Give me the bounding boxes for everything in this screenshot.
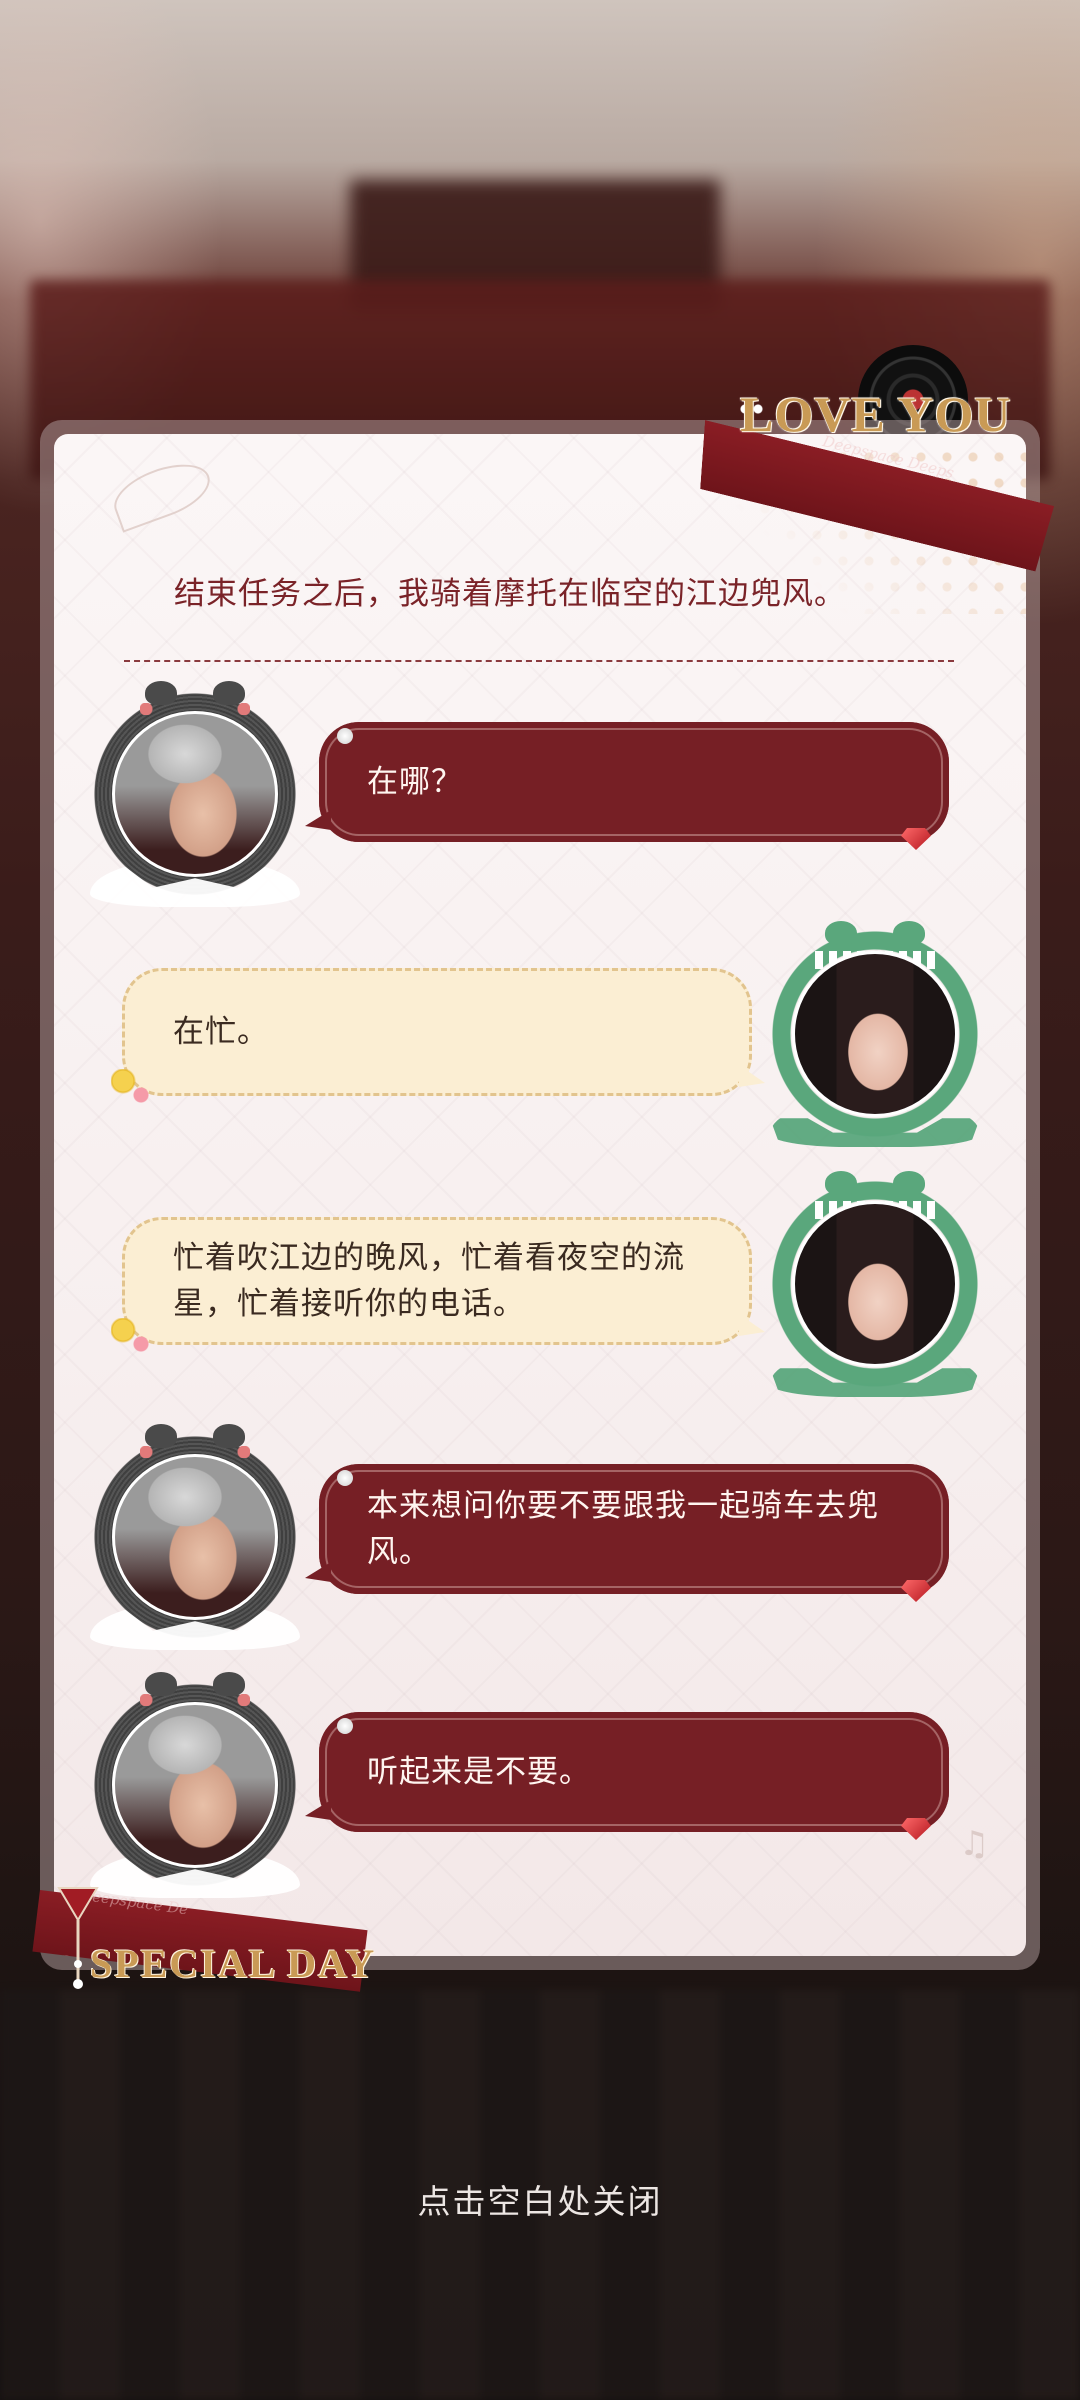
flower-icon [111,1318,151,1352]
male-avatar[interactable] [90,1672,300,1898]
male-avatar[interactable] [90,1424,300,1650]
chat-card-inner: ♫ 结束任务之后，我骑着摩托在临空的江边兜风。 在哪？ 在忙。 忙着吹江边的晚风… [54,434,1026,1956]
female-portrait [792,1201,958,1367]
avatar-ears [825,921,925,955]
female-avatar[interactable] [770,921,980,1147]
pin-icon [337,1470,353,1486]
close-hint[interactable]: 点击空白处关闭 [0,2175,1080,2223]
message-bubble-female: 忙着吹江边的晚风，忙着看夜空的流星，忙着接听你的电话。 [111,1217,765,1352]
message-text: 在忙。 [173,1014,269,1050]
gem-icon [901,828,931,850]
pin-icon [337,728,353,744]
intro-text: 结束任务之后，我骑着摩托在临空的江边兜风。 [174,576,846,612]
male-portrait [112,1454,278,1620]
message-bubble-female: 在忙。 [111,968,765,1103]
message-bubble-male: 听起来是不要。 [305,1712,949,1840]
message-bubble-male: 本来想问你要不要跟我一起骑车去兜风。 [305,1464,949,1602]
love-you-title: LOVE YOU [740,386,1012,442]
avatar-ears [825,1171,925,1205]
gem-icon [901,1580,931,1602]
gem-icon [901,1818,931,1840]
feather-icon [106,453,218,533]
chat-card: ♫ 结束任务之后，我骑着摩托在临空的江边兜风。 在哪？ 在忙。 忙着吹江边的晚风… [40,420,1040,1970]
message-text: 忙着吹江边的晚风，忙着看夜空的流星，忙着接听你的电话。 [173,1240,685,1322]
message-text: 听起来是不要。 [367,1754,591,1790]
message-text: 在哪？ [367,764,463,800]
flower-icon [111,1069,151,1103]
pin-icon [337,1718,353,1734]
female-avatar[interactable] [770,1171,980,1397]
message-bubble-male: 在哪？ [305,722,949,850]
male-portrait [112,1702,278,1868]
special-day-title: SPECIAL DAY [90,1941,377,1986]
male-avatar[interactable] [90,681,300,907]
dashed-divider [124,660,954,662]
music-note-icon: ♫ [959,1824,990,1864]
female-portrait [792,951,958,1117]
male-portrait [112,711,278,877]
message-text: 本来想问你要不要跟我一起骑车去兜风。 [367,1488,879,1570]
